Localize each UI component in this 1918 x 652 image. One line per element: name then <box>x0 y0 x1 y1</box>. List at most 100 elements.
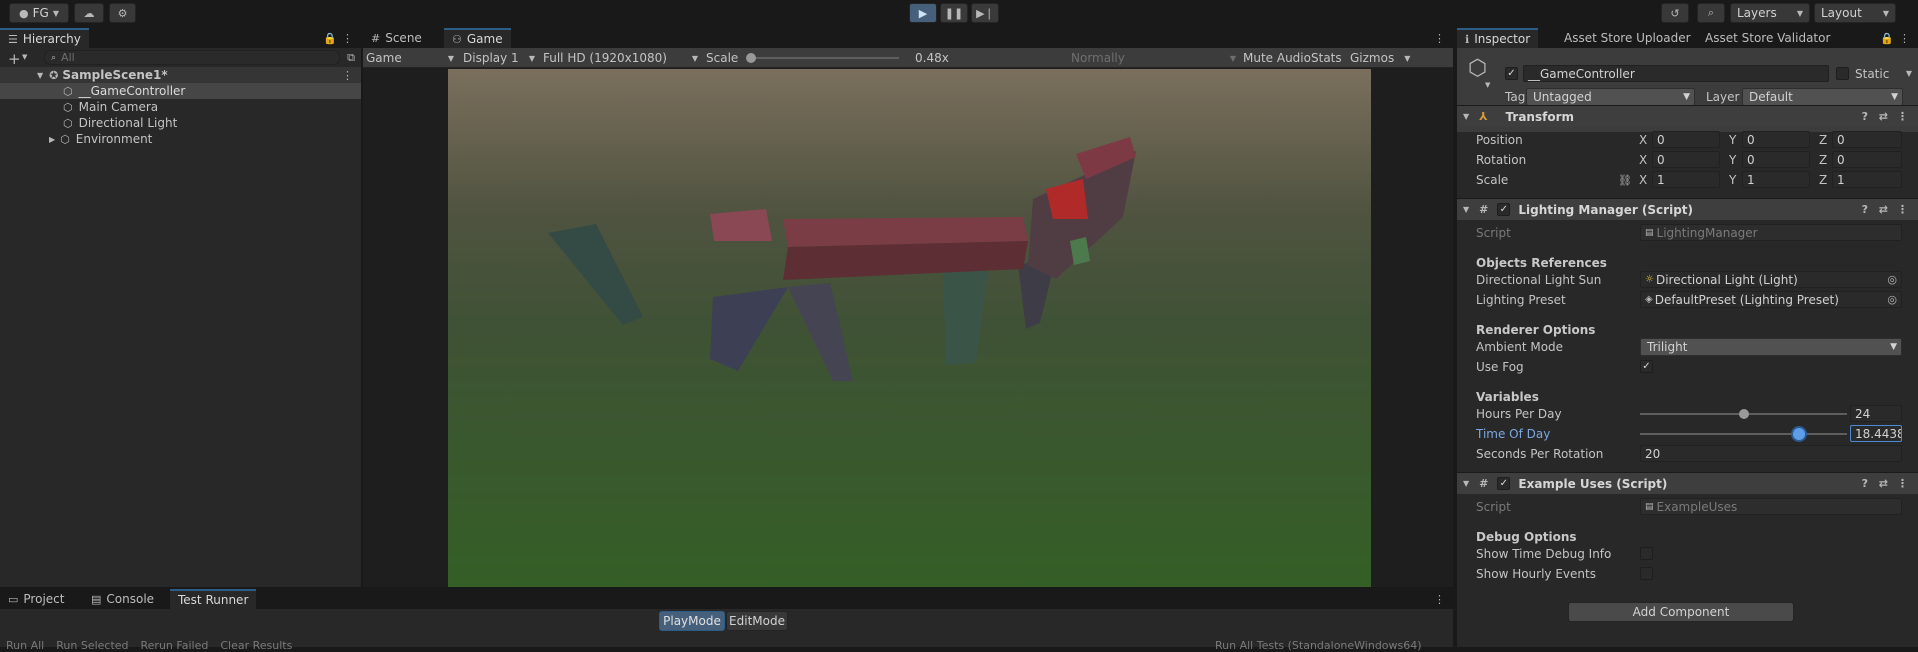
tab-inspector[interactable]: ℹ Inspector <box>1457 28 1539 48</box>
run-all-button[interactable]: Run All <box>6 639 44 651</box>
collapse-arrow-icon[interactable]: ▼ <box>1463 112 1469 121</box>
account-dropdown[interactable]: ● FG ▼ <box>9 3 69 23</box>
hours-field[interactable]: 24 <box>1850 405 1902 422</box>
rotation-y-field[interactable]: 0 <box>1742 151 1810 168</box>
lighting-manager-header[interactable]: ▼ # ✓ Lighting Manager (Script) ? ⇄ ⋮ <box>1457 198 1918 220</box>
show-time-debug-checkbox[interactable] <box>1640 547 1653 560</box>
hierarchy-item[interactable]: ⬡ Directional Light <box>0 115 361 131</box>
scale-x-field[interactable]: 1 <box>1652 171 1720 188</box>
filter-icon[interactable]: ⧉ <box>347 51 355 65</box>
tab-test-runner[interactable]: Test Runner <box>170 589 257 609</box>
hierarchy-item[interactable]: ▶ ⬡ Environment <box>0 131 361 147</box>
time-field[interactable]: 18.4438 <box>1850 425 1902 442</box>
more-icon[interactable]: ⋮ <box>1897 203 1908 216</box>
preset-icon[interactable]: ⇄ <box>1879 110 1888 123</box>
display-dropdown[interactable]: Display 1 ▼ <box>463 48 535 68</box>
scale-track[interactable] <box>749 57 899 59</box>
link-icon[interactable]: ⛓ <box>1618 174 1632 187</box>
hierarchy-item[interactable]: ⬡ __GameController <box>0 83 361 99</box>
editmode-toggle[interactable]: EditMode <box>726 611 788 631</box>
tab-asset-store-validator[interactable]: Asset Store Validator <box>1697 28 1838 48</box>
tab-project[interactable]: ▭ Project <box>0 589 72 609</box>
layout-dropdown[interactable]: Layout ▼ <box>1814 3 1896 23</box>
more-icon[interactable]: ⋮ <box>342 32 353 45</box>
scale-thumb[interactable] <box>746 53 756 63</box>
more-icon[interactable]: ⋮ <box>1434 593 1445 606</box>
lighting-enabled-checkbox[interactable]: ✓ <box>1497 203 1511 216</box>
show-hourly-events-checkbox[interactable] <box>1640 567 1653 580</box>
play-button[interactable]: ▶ <box>909 3 937 23</box>
help-icon[interactable]: ? <box>1862 477 1868 490</box>
object-picker-icon[interactable]: ◎ <box>1887 273 1897 286</box>
clear-results-button[interactable]: Clear Results <box>220 639 292 651</box>
chevron-down-icon[interactable]: ▼ <box>22 53 27 61</box>
scale-z-field[interactable]: 1 <box>1832 171 1902 188</box>
sun-object-field[interactable]: ☼ Directional Light (Light) ◎ <box>1640 271 1902 288</box>
hours-slider-thumb[interactable] <box>1738 409 1749 419</box>
layers-dropdown[interactable]: Layers ▼ <box>1730 3 1810 23</box>
example-uses-header[interactable]: ▼ # ✓ Example Uses (Script) ? ⇄ ⋮ <box>1457 472 1918 494</box>
ambient-mode-dropdown[interactable]: Trilight ▼ <box>1640 338 1902 356</box>
more-icon[interactable]: ⋮ <box>1897 477 1908 490</box>
more-icon[interactable]: ⋮ <box>1899 32 1910 45</box>
preset-object-field[interactable]: ◈ DefaultPreset (Lighting Preset) ◎ <box>1640 291 1902 308</box>
example-enabled-checkbox[interactable]: ✓ <box>1497 477 1511 490</box>
more-icon[interactable]: ⋮ <box>342 69 353 82</box>
scale-slider[interactable]: Scale 0.48x <box>706 48 956 68</box>
position-z-field[interactable]: 0 <box>1832 131 1902 148</box>
time-slider-thumb[interactable] <box>1793 428 1806 440</box>
playmode-toggle[interactable]: PlayMode <box>659 611 725 631</box>
lock-icon[interactable]: 🔒 <box>323 32 337 45</box>
tab-console[interactable]: ▤ Console <box>83 589 162 609</box>
history-button[interactable]: ↺ <box>1661 3 1689 23</box>
add-component-button[interactable]: Add Component <box>1568 602 1794 622</box>
play-focus-dropdown[interactable]: Normally ▼ <box>1071 48 1236 68</box>
object-picker-icon[interactable]: ◎ <box>1887 293 1897 306</box>
time-slider-track[interactable] <box>1640 433 1847 435</box>
game-viewport[interactable] <box>448 69 1371 587</box>
more-icon[interactable]: ⋮ <box>1434 32 1445 45</box>
collapse-arrow-icon[interactable]: ▼ <box>1463 205 1469 214</box>
resolution-dropdown[interactable]: Full HD (1920x1080) ▼ <box>543 48 698 68</box>
more-icon[interactable]: ⋮ <box>1897 110 1908 123</box>
preset-icon[interactable]: ⇄ <box>1879 477 1888 490</box>
preset-icon[interactable]: ⇄ <box>1879 203 1888 216</box>
help-icon[interactable]: ? <box>1862 203 1868 216</box>
rerun-failed-button[interactable]: Rerun Failed <box>141 639 209 651</box>
run-all-tests-dropdown[interactable]: Run All Tests (StandaloneWindows64) <box>1215 639 1422 652</box>
pause-button[interactable]: ❚❚ <box>940 3 968 23</box>
use-fog-checkbox[interactable]: ✓ <box>1640 360 1653 373</box>
hierarchy-search-input[interactable]: ⌕ All <box>44 50 340 65</box>
run-selected-button[interactable]: Run Selected <box>56 639 128 651</box>
tag-dropdown[interactable]: Untagged ▼ <box>1526 88 1695 106</box>
position-y-field[interactable]: 0 <box>1742 131 1810 148</box>
collapse-arrow-icon[interactable]: ▼ <box>1463 479 1469 488</box>
expand-arrow-icon[interactable]: ▶ <box>49 135 55 144</box>
seconds-field[interactable]: 20 <box>1640 445 1902 462</box>
tab-hierarchy[interactable]: ☰ Hierarchy <box>0 28 89 48</box>
active-checkbox[interactable]: ✓ <box>1505 67 1518 80</box>
layer-dropdown[interactable]: Default ▼ <box>1742 88 1903 106</box>
scene-row[interactable]: ▼ ✪ SampleScene1* ⋮ <box>0 67 361 83</box>
search-button[interactable]: ⌕ <box>1697 3 1725 23</box>
gizmos-button[interactable]: Gizmos ▼ <box>1350 48 1410 68</box>
view-mode-dropdown[interactable]: Game ▼ <box>366 48 456 68</box>
rotation-x-field[interactable]: 0 <box>1652 151 1720 168</box>
tab-scene[interactable]: # Scene <box>363 28 430 48</box>
help-icon[interactable]: ? <box>1862 110 1868 123</box>
chevron-down-icon[interactable]: ▼ <box>1906 69 1912 78</box>
chevron-down-icon[interactable]: ▼ <box>1485 81 1490 89</box>
expand-arrow-icon[interactable]: ▼ <box>37 71 43 80</box>
tab-asset-store-uploader[interactable]: Asset Store Uploader <box>1556 28 1699 48</box>
rotation-z-field[interactable]: 0 <box>1832 151 1902 168</box>
stats-button[interactable]: Stats <box>1311 48 1342 68</box>
transform-header[interactable]: ▼ ⅄ Transform ? ⇄ ⋮ <box>1457 105 1918 127</box>
collab-button[interactable]: ⚙ <box>109 3 136 23</box>
add-icon[interactable]: + <box>8 50 21 68</box>
static-checkbox[interactable] <box>1836 67 1849 80</box>
step-button[interactable]: ▶❘ <box>971 3 999 23</box>
mute-audio-button[interactable]: Mute Audio <box>1243 48 1311 68</box>
lock-icon[interactable]: 🔒 <box>1880 32 1894 45</box>
hierarchy-item[interactable]: ⬡ Main Camera <box>0 99 361 115</box>
tab-game[interactable]: ⚇ Game <box>444 28 511 48</box>
